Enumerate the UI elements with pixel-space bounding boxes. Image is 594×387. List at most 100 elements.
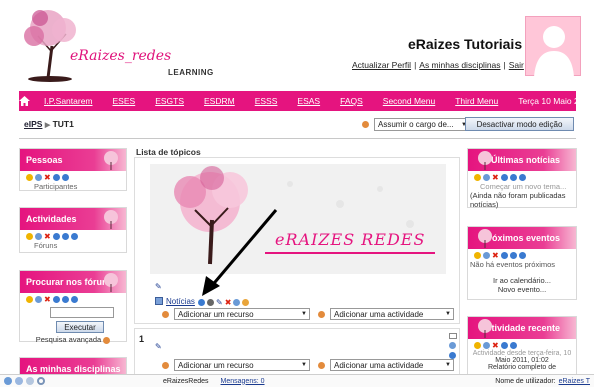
update-profile-link[interactable]: Actualizar Perfil <box>352 60 411 70</box>
status-icons <box>4 377 45 385</box>
move-down-icon[interactable] <box>449 352 456 359</box>
delete-icon[interactable]: ✖ <box>44 295 51 304</box>
edit-pencil-icon[interactable]: ✎ <box>155 342 162 351</box>
delete-icon[interactable]: ✖ <box>225 298 232 307</box>
hide-icon[interactable] <box>474 342 481 349</box>
move-up-icon[interactable] <box>52 296 60 303</box>
hide-icon[interactable] <box>474 252 481 259</box>
delete-icon[interactable]: ✖ <box>44 173 51 182</box>
add-resource-value: Adicionar um recurso <box>178 360 254 370</box>
block-edit-icons: ✖ <box>468 339 576 350</box>
hide-icon[interactable] <box>26 233 33 240</box>
nav-item-eses[interactable]: ESES <box>113 96 136 106</box>
add-resource-select[interactable]: Adicionar um recurso ▼ <box>174 308 310 320</box>
logout-link[interactable]: Sair <box>509 60 524 70</box>
new-event-link[interactable]: Novo evento... <box>468 285 576 294</box>
groups-icon[interactable] <box>242 299 250 306</box>
move-up-icon[interactable] <box>500 342 508 349</box>
delete-icon[interactable]: ✖ <box>44 232 51 241</box>
add-resource-select[interactable]: Adicionar um recurso ▼ <box>174 359 310 371</box>
eye-icon[interactable] <box>483 252 490 259</box>
delete-icon[interactable]: ✖ <box>492 251 499 260</box>
advanced-search-link[interactable]: Pesquisa avançada <box>20 335 126 344</box>
recent-since-text: Actividade desde terça-feira, 10 <box>472 350 572 357</box>
help-icon[interactable] <box>103 336 111 344</box>
eye-icon[interactable] <box>35 296 42 303</box>
move-down-icon[interactable] <box>509 252 517 259</box>
section-number: 1 <box>139 334 145 344</box>
help-icon[interactable] <box>162 361 169 369</box>
forum-search-input[interactable] <box>50 307 114 318</box>
forums-link[interactable]: Fóruns <box>20 241 126 250</box>
add-activity-select[interactable]: Adicionar uma actividade ▼ <box>330 308 454 320</box>
nav-item-esss[interactable]: ESSS <box>255 96 278 106</box>
search-icon[interactable] <box>37 377 45 385</box>
add-activity-select[interactable]: Adicionar uma actividade ▼ <box>330 359 454 371</box>
move-right-icon[interactable] <box>198 299 205 306</box>
site-logo[interactable]: eRaizes_redes LEARNING <box>18 6 213 82</box>
hide-icon[interactable] <box>26 296 33 303</box>
delete-icon[interactable]: ✖ <box>492 341 499 350</box>
nav-item-esdrm[interactable]: ESDRM <box>204 96 235 106</box>
move-up-icon[interactable] <box>500 252 508 259</box>
nav-item-faqs[interactable]: FAQS <box>340 96 363 106</box>
noticias-link[interactable]: Notícias <box>166 297 195 306</box>
toggle-edit-button[interactable]: Desactivar modo edição <box>465 117 574 131</box>
nav-item-second-menu[interactable]: Second Menu <box>383 96 435 106</box>
move-right-icon[interactable] <box>70 233 78 240</box>
edit-icon[interactable]: ✎ <box>216 298 223 307</box>
eye-icon[interactable] <box>35 233 42 240</box>
people-icon[interactable] <box>26 377 34 385</box>
move-down-icon[interactable] <box>61 233 69 240</box>
eye-icon[interactable] <box>483 342 490 349</box>
move-right-icon[interactable] <box>70 296 78 303</box>
eye-icon[interactable] <box>483 174 490 181</box>
tree-logo-icon <box>24 10 76 82</box>
messages-link[interactable]: Mensagens: 0 <box>221 378 265 385</box>
forum-icon <box>155 297 163 305</box>
username-link[interactable]: eRaizes T <box>559 378 590 385</box>
role-select[interactable]: Assumir o cargo de... ▼ <box>374 118 470 131</box>
eye-icon[interactable] <box>233 299 241 306</box>
block-title: Últimas notícias <box>490 155 560 165</box>
new-topic-link[interactable]: Começar um novo tema... <box>468 182 576 191</box>
hide-icon[interactable] <box>474 174 481 181</box>
move-down-icon[interactable] <box>509 174 517 181</box>
tree-icon <box>478 151 492 170</box>
move-up-icon[interactable] <box>52 233 60 240</box>
nav-item-esgts[interactable]: ESGTS <box>155 96 184 106</box>
calendar-link[interactable]: Ir ao calendário... <box>468 276 576 285</box>
help-icon[interactable] <box>162 310 169 318</box>
nav-item-ipsantarem[interactable]: I.P.Santarem <box>44 96 93 106</box>
move-up-icon[interactable] <box>500 174 508 181</box>
move-left-icon[interactable] <box>518 252 526 259</box>
breadcrumb-root[interactable]: eIPS <box>24 119 42 129</box>
move-down-icon[interactable] <box>61 296 69 303</box>
full-report-link[interactable]: Relatório completo de <box>468 364 576 371</box>
move-down-icon[interactable] <box>52 174 60 181</box>
my-courses-link[interactable]: As minhas disciplinas <box>419 60 500 70</box>
chat-icon[interactable] <box>4 377 12 385</box>
delete-icon[interactable]: ✖ <box>492 173 499 182</box>
move-right-icon[interactable] <box>61 174 69 181</box>
participants-link[interactable]: Participantes <box>20 182 126 191</box>
move-left-icon[interactable] <box>518 174 526 181</box>
highlight-icon[interactable] <box>448 333 457 339</box>
help-icon[interactable] <box>318 310 325 318</box>
nav-item-esas[interactable]: ESAS <box>297 96 320 106</box>
home-icon[interactable] <box>19 96 30 106</box>
comments-icon[interactable] <box>15 377 23 385</box>
eye-icon[interactable] <box>449 342 456 349</box>
move-icon[interactable] <box>207 299 214 306</box>
edit-pencil-icon[interactable]: ✎ <box>155 282 162 291</box>
block-title: Pessoas <box>26 155 63 165</box>
current-date: Terça 10 Maio 2011 <box>518 96 593 106</box>
help-icon[interactable] <box>318 361 325 369</box>
eye-icon[interactable] <box>35 174 42 181</box>
block-ultimas-noticias: Últimas notícias ✖ Começar um novo tema.… <box>467 148 577 209</box>
avatar[interactable] <box>525 16 581 77</box>
search-button[interactable]: Executar <box>56 321 104 333</box>
nav-item-third-menu[interactable]: Third Menu <box>455 96 498 106</box>
hide-icon[interactable] <box>26 174 33 181</box>
move-left-icon[interactable] <box>509 342 517 349</box>
